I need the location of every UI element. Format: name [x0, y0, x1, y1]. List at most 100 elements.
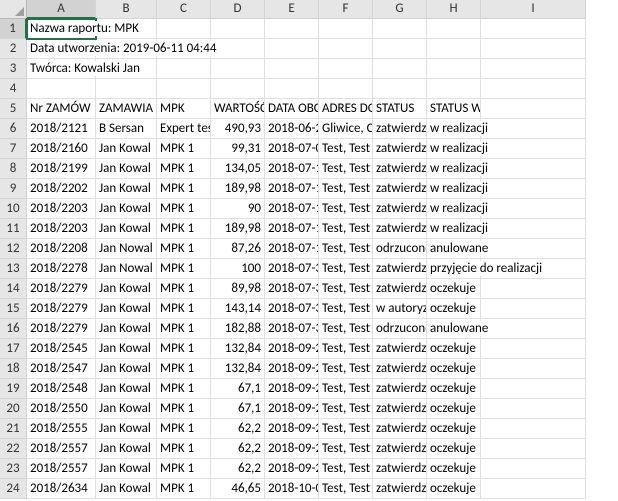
- cell-A18[interactable]: 2018/2547: [27, 359, 96, 379]
- cell-G15[interactable]: w autoryz: [373, 299, 427, 319]
- cell-I18[interactable]: [481, 359, 586, 379]
- col-header-F[interactable]: F: [319, 0, 373, 19]
- cell-D22[interactable]: 62,2: [211, 439, 265, 459]
- cell-F18[interactable]: Test, Test: [319, 359, 373, 379]
- col-header-G[interactable]: G: [373, 0, 427, 19]
- cell-D24[interactable]: 46,65: [211, 479, 265, 499]
- header-cell-E[interactable]: DATA OBC: [265, 99, 319, 119]
- cell-B7[interactable]: Jan Kowal: [96, 139, 157, 159]
- cell-G23[interactable]: zatwierdz: [373, 459, 427, 479]
- cell-E21[interactable]: 2018-09-2: [265, 419, 319, 439]
- cell-C19[interactable]: MPK 1: [157, 379, 211, 399]
- cell-C13[interactable]: MPK 1: [157, 259, 211, 279]
- cell-C12[interactable]: MPK 1: [157, 239, 211, 259]
- cell-A15[interactable]: 2018/2279: [27, 299, 96, 319]
- row-header-1[interactable]: 1: [0, 19, 27, 39]
- header-cell-I[interactable]: [481, 99, 586, 119]
- cell-A4[interactable]: [27, 79, 96, 99]
- cell-B20[interactable]: Jan Kowal: [96, 399, 157, 419]
- cell-C18[interactable]: MPK 1: [157, 359, 211, 379]
- cell-D10[interactable]: 90: [211, 199, 265, 219]
- cell-G8[interactable]: zatwierdz: [373, 159, 427, 179]
- cell-G13[interactable]: zatwierdz: [373, 259, 427, 279]
- cell-I1[interactable]: [481, 19, 586, 39]
- cell-F15[interactable]: Test, Test: [319, 299, 373, 319]
- cell-H20[interactable]: oczekuje: [427, 399, 481, 419]
- cell-G21[interactable]: zatwierdz: [373, 419, 427, 439]
- cell-F1[interactable]: [319, 19, 373, 39]
- cell-D7[interactable]: 99,31: [211, 139, 265, 159]
- cell-D13[interactable]: 100: [211, 259, 265, 279]
- cell-I16[interactable]: [481, 319, 586, 339]
- cell-E15[interactable]: 2018-07-3: [265, 299, 319, 319]
- cell-B16[interactable]: Jan Kowal: [96, 319, 157, 339]
- cell-G4[interactable]: [373, 79, 427, 99]
- cell-B14[interactable]: Jan Kowal: [96, 279, 157, 299]
- cell-A11[interactable]: 2018/2203: [27, 219, 96, 239]
- cell-H10[interactable]: w realizacji: [427, 199, 481, 219]
- cell-B15[interactable]: Jan Kowal: [96, 299, 157, 319]
- cell-H1[interactable]: [427, 19, 481, 39]
- cell-F20[interactable]: Test, Test: [319, 399, 373, 419]
- row-header-18[interactable]: 18: [0, 359, 27, 379]
- col-header-H[interactable]: H: [427, 0, 481, 19]
- row-header-3[interactable]: 3: [0, 59, 27, 79]
- header-cell-D[interactable]: WARTOŚĆ: [211, 99, 265, 119]
- cell-D16[interactable]: 182,88: [211, 319, 265, 339]
- cell-E17[interactable]: 2018-09-2: [265, 339, 319, 359]
- cell-D9[interactable]: 189,98: [211, 179, 265, 199]
- cell-I10[interactable]: [481, 199, 586, 219]
- cell-F3[interactable]: [319, 59, 373, 79]
- cell-I20[interactable]: [481, 399, 586, 419]
- cell-H3[interactable]: [427, 59, 481, 79]
- cell-B17[interactable]: Jan Kowal: [96, 339, 157, 359]
- cell-C23[interactable]: MPK 1: [157, 459, 211, 479]
- cell-F11[interactable]: Test, Test: [319, 219, 373, 239]
- cell-G22[interactable]: zatwierdz: [373, 439, 427, 459]
- cell-I7[interactable]: [481, 139, 586, 159]
- cell-F16[interactable]: Test, Test: [319, 319, 373, 339]
- cell-H14[interactable]: oczekuje: [427, 279, 481, 299]
- cell-I17[interactable]: [481, 339, 586, 359]
- cell-A24[interactable]: 2018/2634: [27, 479, 96, 499]
- header-cell-C[interactable]: MPK: [157, 99, 211, 119]
- cell-A13[interactable]: 2018/2278: [27, 259, 96, 279]
- cell-H7[interactable]: w realizacji: [427, 139, 481, 159]
- row-header-20[interactable]: 20: [0, 399, 27, 419]
- cell-C7[interactable]: MPK 1: [157, 139, 211, 159]
- cell-E2[interactable]: [265, 39, 319, 59]
- cell-E8[interactable]: 2018-07-1: [265, 159, 319, 179]
- cell-B19[interactable]: Jan Kowal: [96, 379, 157, 399]
- cell-I2[interactable]: [481, 39, 586, 59]
- row-header-15[interactable]: 15: [0, 299, 27, 319]
- cell-C24[interactable]: MPK 1: [157, 479, 211, 499]
- cell-F22[interactable]: Test, Test: [319, 439, 373, 459]
- cell-F17[interactable]: Test, Test: [319, 339, 373, 359]
- row-header-5[interactable]: 5: [0, 99, 27, 119]
- cell-B10[interactable]: Jan Kowal: [96, 199, 157, 219]
- cell-I6[interactable]: [481, 119, 586, 139]
- cell-I22[interactable]: [481, 439, 586, 459]
- cell-E6[interactable]: 2018-06-2: [265, 119, 319, 139]
- cell-E18[interactable]: 2018-09-2: [265, 359, 319, 379]
- cell-F23[interactable]: Test, Test: [319, 459, 373, 479]
- cell-H11[interactable]: w realizacji: [427, 219, 481, 239]
- cell-E3[interactable]: [265, 59, 319, 79]
- cell-C8[interactable]: MPK 1: [157, 159, 211, 179]
- cell-F13[interactable]: Test, Test: [319, 259, 373, 279]
- cell-E16[interactable]: 2018-07-3: [265, 319, 319, 339]
- cell-B9[interactable]: Jan Kowal: [96, 179, 157, 199]
- cell-A10[interactable]: 2018/2203: [27, 199, 96, 219]
- cell-F6[interactable]: Gliwice, C: [319, 119, 373, 139]
- cell-D20[interactable]: 67,1: [211, 399, 265, 419]
- row-header-17[interactable]: 17: [0, 339, 27, 359]
- cell-C6[interactable]: Expert tes: [157, 119, 211, 139]
- cell-I12[interactable]: [481, 239, 586, 259]
- cell-D12[interactable]: 87,26: [211, 239, 265, 259]
- cell-I3[interactable]: [481, 59, 586, 79]
- cell-C3[interactable]: [157, 59, 211, 79]
- cell-G10[interactable]: zatwierdz: [373, 199, 427, 219]
- cell-E14[interactable]: 2018-07-3: [265, 279, 319, 299]
- cell-A17[interactable]: 2018/2545: [27, 339, 96, 359]
- cell-I4[interactable]: [481, 79, 586, 99]
